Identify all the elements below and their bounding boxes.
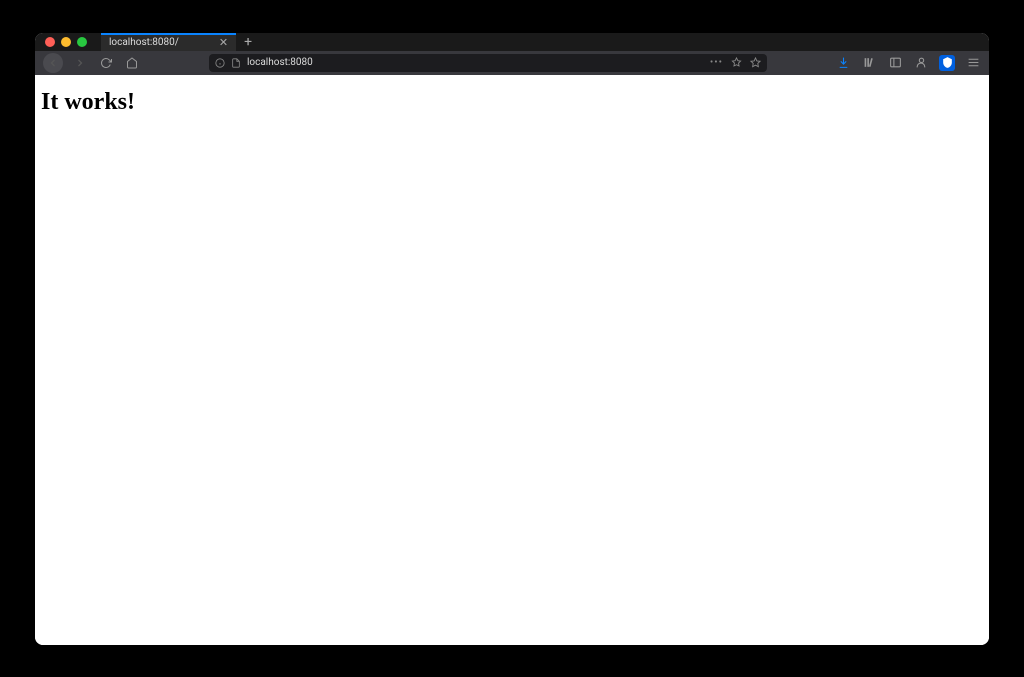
shield-icon: [941, 56, 954, 69]
download-icon: [837, 56, 850, 69]
library-icon: [863, 56, 876, 69]
account-icon: [915, 56, 928, 69]
titlebar: localhost:8080/ ✕ +: [35, 33, 989, 51]
browser-window: localhost:8080/ ✕ + local: [35, 33, 989, 645]
close-icon[interactable]: ✕: [219, 36, 228, 49]
more-icon[interactable]: •••: [710, 57, 723, 68]
download-button[interactable]: [835, 55, 851, 71]
tab-strip: localhost:8080/ ✕ +: [101, 33, 260, 51]
info-icon[interactable]: [215, 58, 225, 68]
page-heading: It works!: [41, 89, 983, 116]
sidebar-button[interactable]: [887, 55, 903, 71]
reader-icon[interactable]: [731, 53, 742, 72]
menu-button[interactable]: [965, 55, 981, 71]
library-button[interactable]: [861, 55, 877, 71]
account-button[interactable]: [913, 55, 929, 71]
toolbar-end: [835, 55, 981, 71]
home-icon: [126, 57, 138, 69]
menu-icon: [967, 56, 980, 69]
toolbar: localhost:8080 •••: [35, 51, 989, 75]
sidebar-icon: [889, 56, 902, 69]
url-bar-actions: •••: [710, 53, 761, 72]
back-button[interactable]: [43, 53, 63, 73]
new-tab-button[interactable]: +: [236, 33, 260, 51]
maximize-window-button[interactable]: [77, 37, 87, 47]
back-icon: [47, 57, 59, 69]
plus-icon: +: [244, 34, 252, 50]
protection-button[interactable]: [939, 55, 955, 71]
close-window-button[interactable]: [45, 37, 55, 47]
traffic-lights: [35, 37, 87, 47]
page-content: It works!: [35, 75, 989, 645]
tab-title: localhost:8080/: [109, 37, 179, 48]
tab-active[interactable]: localhost:8080/ ✕: [101, 33, 236, 51]
page-icon: [231, 58, 241, 68]
forward-button[interactable]: [71, 54, 89, 72]
url-text: localhost:8080: [247, 57, 704, 68]
forward-icon: [74, 57, 86, 69]
reload-icon: [100, 57, 112, 69]
url-bar[interactable]: localhost:8080 •••: [209, 54, 767, 72]
star-icon[interactable]: [750, 53, 761, 72]
reload-button[interactable]: [97, 54, 115, 72]
home-button[interactable]: [123, 54, 141, 72]
minimize-window-button[interactable]: [61, 37, 71, 47]
